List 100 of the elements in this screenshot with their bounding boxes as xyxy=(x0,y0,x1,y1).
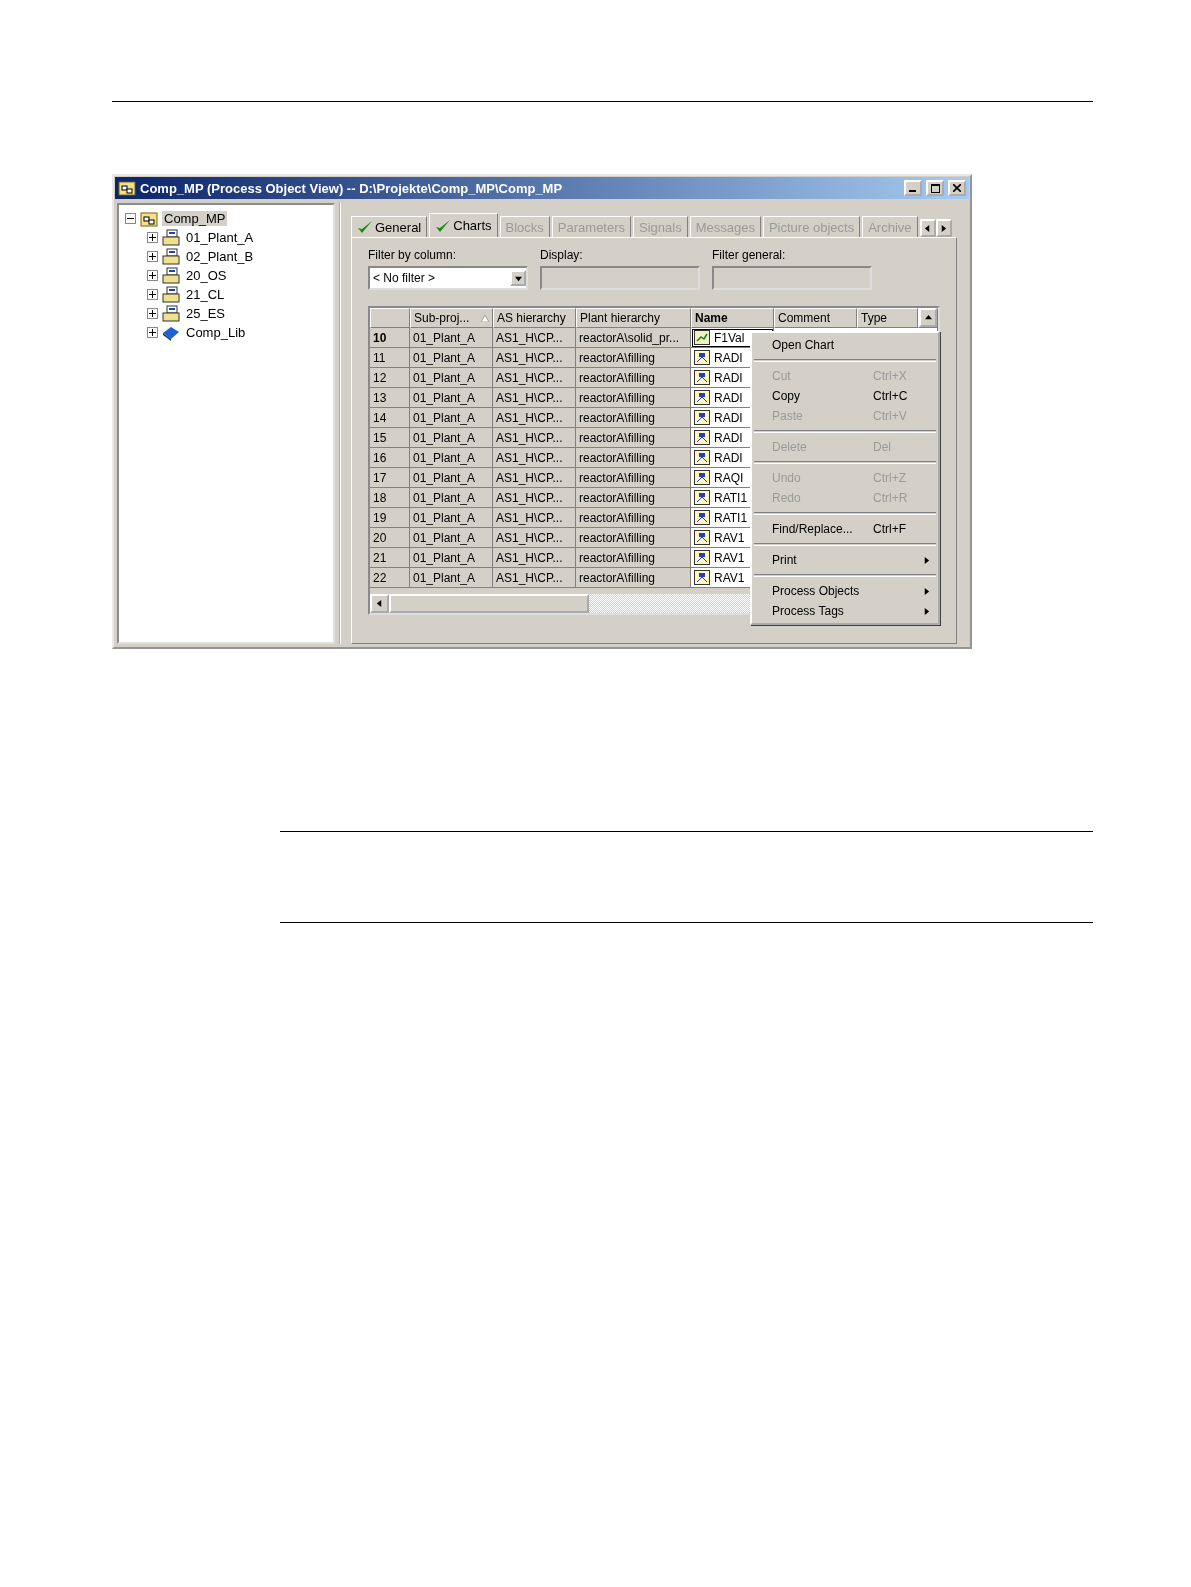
scroll-left-button[interactable] xyxy=(370,594,389,613)
table-cell: reactorA\filling xyxy=(576,468,691,488)
block-diagram-icon xyxy=(694,530,710,545)
tree-item[interactable]: 25_ES xyxy=(184,306,228,321)
table-cell: AS1_H\CP... xyxy=(493,408,576,428)
table-cell: reactorA\filling xyxy=(576,388,691,408)
table-cell: 01_Plant_A xyxy=(410,528,493,548)
row-number[interactable]: 11 xyxy=(370,348,410,368)
row-number[interactable]: 16 xyxy=(370,448,410,468)
submenu-arrow-icon xyxy=(923,556,930,564)
table-cell: 01_Plant_A xyxy=(410,548,493,568)
expand-icon[interactable] xyxy=(147,270,158,281)
table-cell: reactorA\filling xyxy=(576,548,691,568)
table-cell: AS1_H\CP... xyxy=(493,388,576,408)
table-cell: 01_Plant_A xyxy=(410,488,493,508)
tree-item[interactable]: Comp_MP xyxy=(162,211,228,226)
close-icon xyxy=(953,184,961,192)
block-diagram-icon xyxy=(694,390,710,405)
tree-item[interactable]: 21_CL xyxy=(184,287,227,302)
table-cell: 01_Plant_A xyxy=(410,388,493,408)
tree-item[interactable]: 02_Plant_B xyxy=(184,249,256,264)
expand-icon[interactable] xyxy=(147,251,158,262)
dropdown-arrow-icon xyxy=(514,274,522,282)
collapse-icon[interactable] xyxy=(125,213,136,224)
right-arrow-icon xyxy=(940,224,948,232)
printer-icon xyxy=(162,305,180,322)
row-number[interactable]: 17 xyxy=(370,468,410,488)
close-button[interactable] xyxy=(948,180,966,196)
block-diagram-icon xyxy=(694,510,710,525)
column-header[interactable]: Type xyxy=(857,308,918,328)
table-cell: AS1_H\CP... xyxy=(493,368,576,388)
table-cell: reactorA\filling xyxy=(576,508,691,528)
column-header[interactable]: Sub-proj... xyxy=(410,308,493,328)
display-field[interactable] xyxy=(540,266,700,290)
table-cell: reactorA\filling xyxy=(576,528,691,548)
row-number[interactable]: 15 xyxy=(370,428,410,448)
left-arrow-icon xyxy=(924,224,932,232)
up-arrow-icon xyxy=(924,314,932,321)
block-diagram-icon xyxy=(694,550,710,565)
tab[interactable]: Charts xyxy=(429,213,498,237)
scroll-thumb[interactable] xyxy=(389,594,589,613)
printer-icon xyxy=(162,248,180,265)
table-cell: AS1_H\CP... xyxy=(493,568,576,588)
row-number[interactable]: 18 xyxy=(370,488,410,508)
printer-icon xyxy=(162,229,180,246)
table-cell: AS1_H\CP... xyxy=(493,348,576,368)
table-cell: reactorA\filling xyxy=(576,368,691,388)
expand-icon[interactable] xyxy=(147,289,158,300)
table-cell: AS1_H\CP... xyxy=(493,448,576,468)
tree-item[interactable]: 01_Plant_A xyxy=(184,230,256,245)
table-cell: AS1_H\CP... xyxy=(493,528,576,548)
block-diagram-icon xyxy=(694,490,710,505)
row-number[interactable]: 19 xyxy=(370,508,410,528)
row-number[interactable]: 22 xyxy=(370,568,410,588)
table-cell: reactorA\filling xyxy=(576,568,691,588)
expand-icon[interactable] xyxy=(147,327,158,338)
table-cell: AS1_H\CP... xyxy=(493,488,576,508)
column-header[interactable]: Comment xyxy=(774,308,857,328)
menu-item[interactable]: Process Tags xyxy=(752,601,938,621)
minimize-button[interactable] xyxy=(904,180,922,196)
row-number[interactable]: 12 xyxy=(370,368,410,388)
column-header[interactable]: Name xyxy=(691,308,774,328)
block-diagram-icon xyxy=(694,570,710,585)
maximize-button[interactable] xyxy=(926,180,944,196)
scroll-up-button[interactable] xyxy=(919,308,937,327)
table-cell: reactorA\filling xyxy=(576,448,691,468)
tree-item[interactable]: Comp_Lib xyxy=(184,325,248,340)
table-cell: reactorA\filling xyxy=(576,428,691,448)
filter-field[interactable] xyxy=(712,266,872,290)
column-header[interactable]: Plant hierarchy xyxy=(576,308,691,328)
table-cell: reactorA\filling xyxy=(576,488,691,508)
table-cell: 01_Plant_A xyxy=(410,408,493,428)
maximize-icon xyxy=(930,183,940,193)
filter-dropdown[interactable]: < No filter > xyxy=(368,266,528,290)
table-cell: reactorA\filling xyxy=(576,348,691,368)
table-cell: AS1_H\CP... xyxy=(493,328,576,348)
table-cell: reactorA\solid_pr... xyxy=(576,328,691,348)
row-number[interactable]: 10 xyxy=(370,328,410,348)
table-cell: 01_Plant_A xyxy=(410,368,493,388)
row-number[interactable]: 13 xyxy=(370,388,410,408)
expand-icon[interactable] xyxy=(147,232,158,243)
row-number[interactable]: 21 xyxy=(370,548,410,568)
block-diagram-icon xyxy=(694,350,710,365)
block-diagram-icon xyxy=(694,410,710,425)
table-cell: AS1_H\CP... xyxy=(493,428,576,448)
scroll-left-button[interactable] xyxy=(919,219,936,237)
table-cell: 01_Plant_A xyxy=(410,468,493,488)
column-header[interactable]: AS hierarchy xyxy=(493,308,576,328)
tree-item[interactable]: 20_OS xyxy=(184,268,229,283)
block-diagram-icon xyxy=(694,370,710,385)
chart-icon xyxy=(694,330,710,345)
table-cell: 01_Plant_A xyxy=(410,428,493,448)
book-icon xyxy=(162,324,180,341)
row-number[interactable]: 14 xyxy=(370,408,410,428)
sort-icon xyxy=(481,314,489,322)
tab[interactable]: General xyxy=(351,216,428,237)
block-diagram-icon xyxy=(694,430,710,445)
row-number[interactable]: 20 xyxy=(370,528,410,548)
expand-icon[interactable] xyxy=(147,308,158,319)
submenu-arrow-icon xyxy=(923,587,930,595)
